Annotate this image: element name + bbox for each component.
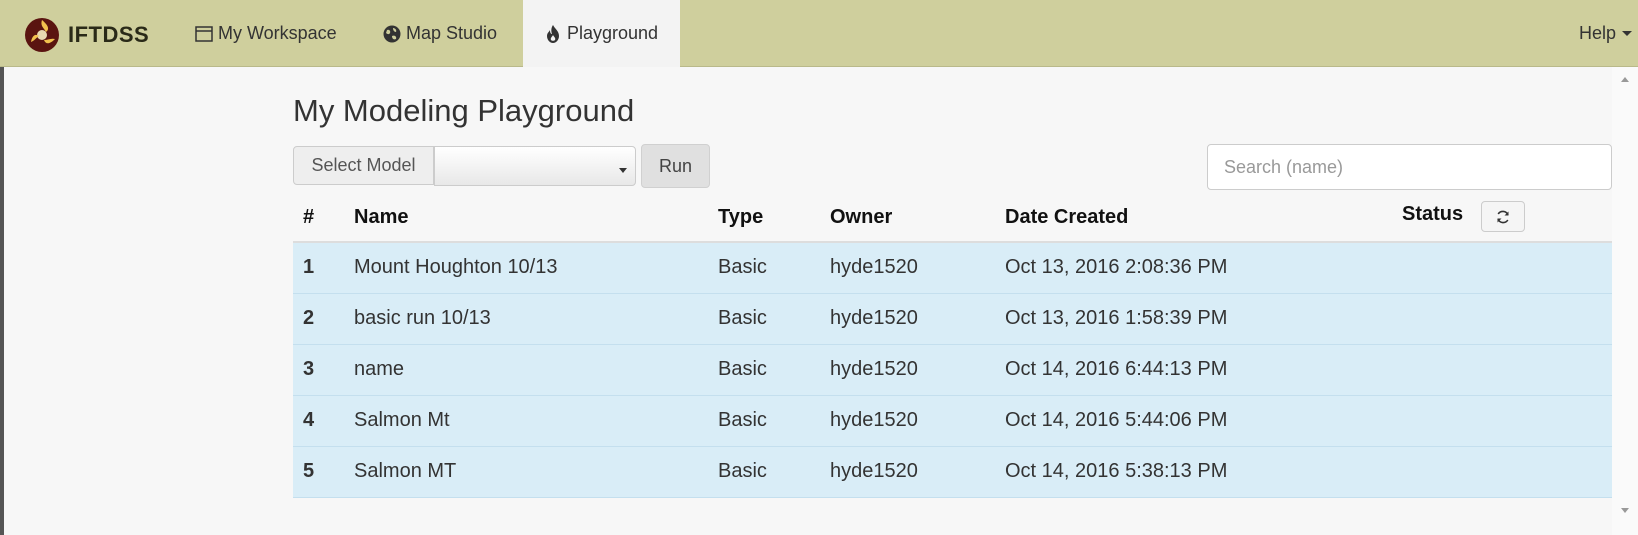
nav-map-studio[interactable]: Map Studio (362, 0, 517, 67)
vertical-scrollbar[interactable] (1612, 67, 1638, 535)
column-header-owner[interactable]: Owner (830, 206, 892, 229)
row-name[interactable]: Salmon Mt (354, 409, 450, 432)
table-row[interactable]: 1 Mount Houghton 10/13 Basic hyde1520 Oc… (293, 243, 1612, 294)
row-name[interactable]: Mount Houghton 10/13 (354, 256, 558, 279)
row-type: Basic (718, 460, 767, 482)
row-owner: hyde1520 (830, 409, 918, 431)
nav-my-workspace-label: My Workspace (218, 23, 337, 43)
table-row[interactable]: 2 basic run 10/13 Basic hyde1520 Oct 13,… (293, 294, 1612, 345)
row-name[interactable]: name (354, 358, 404, 381)
run-button[interactable]: Run (641, 144, 710, 188)
column-header-date-created[interactable]: Date Created (1005, 206, 1128, 229)
column-header-type[interactable]: Type (718, 206, 763, 229)
iftdss-logo-icon (25, 18, 59, 52)
search-input[interactable] (1207, 144, 1612, 190)
help-label: Help (1578, 23, 1616, 43)
playground-table: # Name Type Owner Date Created Status 1 … (293, 192, 1612, 498)
column-header-status[interactable]: Status (1402, 203, 1463, 226)
row-number: 4 (303, 409, 315, 431)
chevron-down-icon (1622, 31, 1632, 36)
scroll-down-arrow-icon[interactable] (1621, 508, 1629, 513)
fire-icon (547, 24, 559, 43)
nav-playground[interactable]: Playground (523, 0, 680, 67)
table-row[interactable]: 5 Salmon MT Basic hyde1520 Oct 14, 2016 … (293, 447, 1612, 498)
column-header-number[interactable]: # (303, 206, 314, 229)
brand[interactable]: IFTDSS (24, 18, 149, 52)
row-name[interactable]: Salmon MT (354, 460, 456, 483)
row-type: Basic (718, 307, 767, 329)
scroll-up-arrow-icon[interactable] (1621, 77, 1629, 82)
row-type: Basic (718, 256, 767, 278)
row-owner: hyde1520 (830, 307, 918, 329)
table-row[interactable]: 3 name Basic hyde1520 Oct 14, 2016 6:44:… (293, 345, 1612, 396)
nav-map-studio-label: Map Studio (406, 23, 498, 43)
row-number: 5 (303, 460, 315, 482)
nav-my-workspace[interactable]: My Workspace (174, 0, 357, 67)
row-date-created: Oct 13, 2016 1:58:39 PM (1005, 307, 1228, 329)
refresh-button[interactable] (1481, 201, 1525, 232)
select-model-label: Select Model (293, 146, 434, 185)
page-title: My Modeling Playground (293, 93, 635, 128)
help-menu[interactable]: Help (1559, 0, 1638, 67)
table-header: # Name Type Owner Date Created Status (293, 192, 1612, 243)
window-icon (195, 25, 213, 42)
globe-icon (383, 25, 401, 42)
row-owner: hyde1520 (830, 256, 918, 278)
row-owner: hyde1520 (830, 460, 918, 482)
brand-name: IFTDSS (68, 22, 150, 47)
nav-playground-label: Playground (567, 23, 659, 43)
top-navbar: IFTDSS My Workspace Map Studio Playgroun… (0, 0, 1638, 67)
row-number: 1 (303, 256, 315, 278)
row-type: Basic (718, 409, 767, 431)
row-type: Basic (718, 358, 767, 380)
row-date-created: Oct 13, 2016 2:08:36 PM (1005, 256, 1228, 278)
row-number: 2 (303, 307, 315, 329)
row-date-created: Oct 14, 2016 5:44:06 PM (1005, 409, 1228, 431)
model-select[interactable] (434, 146, 636, 186)
row-owner: hyde1520 (830, 358, 918, 380)
table-row[interactable]: 4 Salmon Mt Basic hyde1520 Oct 14, 2016 … (293, 396, 1612, 447)
column-header-name[interactable]: Name (354, 206, 408, 229)
row-name[interactable]: basic run 10/13 (354, 307, 491, 330)
row-date-created: Oct 14, 2016 5:38:13 PM (1005, 460, 1228, 482)
refresh-icon (1497, 210, 1509, 223)
row-date-created: Oct 14, 2016 6:44:13 PM (1005, 358, 1228, 380)
chevron-down-icon (619, 168, 627, 173)
row-number: 3 (303, 358, 315, 380)
